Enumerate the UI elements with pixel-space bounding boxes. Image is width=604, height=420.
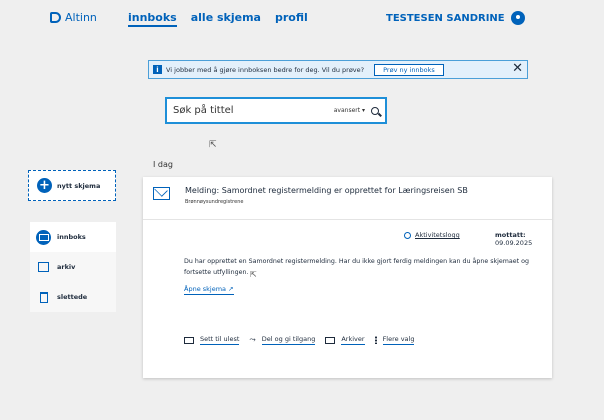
info-icon: i [153, 65, 162, 74]
message-actions: Sett til ulest ⤳ Del og gi tilgang Arkiv… [184, 335, 415, 345]
archive-button[interactable]: Arkiver [325, 335, 365, 345]
altinn-logo-icon [50, 12, 61, 23]
banner-text: Vi jobber med å gjøre innboksen bedre fo… [166, 65, 365, 74]
sidebar-item-arkiv[interactable]: arkiv [30, 252, 116, 282]
envelope-icon [184, 336, 194, 344]
nav-profil[interactable]: profil [275, 11, 308, 27]
main-nav: innboks alle skjema profil [128, 11, 308, 27]
open-envelope-icon [153, 187, 170, 200]
search-icon[interactable] [371, 106, 379, 115]
message-title[interactable]: Melding: Samordnet registermelding er op… [185, 186, 468, 195]
message-sender: Brønnøysundregistrene [185, 199, 244, 205]
user-name: TESTESEN SANDRINE [386, 12, 505, 24]
share-access-button[interactable]: ⤳ Del og gi tilgang [249, 335, 316, 345]
new-form-label: nytt skjema [57, 181, 101, 190]
sidebar-item-innboks[interactable]: innboks [30, 222, 116, 252]
sidebar-item-label: innboks [57, 233, 86, 241]
activity-log-link[interactable]: Aktivitetslogg [404, 231, 460, 239]
envelope-icon [36, 229, 51, 245]
mouse-cursor-icon: ⇱ [250, 270, 257, 279]
mark-unread-label: Sett til ulest [200, 335, 240, 345]
message-body: Du har opprettet en Samordnet registerme… [184, 258, 529, 276]
archive-icon [36, 260, 51, 275]
trash-icon [36, 290, 51, 305]
nav-innboks[interactable]: innboks [128, 11, 177, 27]
share-access-label: Del og gi tilgang [261, 335, 316, 345]
search-input[interactable]: Søk på tittel [173, 105, 334, 116]
search-box[interactable]: Søk på tittel avansert ▾ [165, 97, 387, 124]
archive-label: Arkiver [341, 335, 365, 345]
activity-log-label: Aktivitetslogg [415, 231, 460, 239]
received-date: mottatt: 09.09.2025 [495, 231, 552, 247]
plus-icon: + [37, 178, 52, 193]
altinn-logo[interactable]: Altinn [50, 11, 97, 24]
sidebar-menu: innboks arkiv slettede [30, 222, 116, 312]
mark-unread-button[interactable]: Sett til ulest [184, 335, 240, 345]
received-value: 09.09.2025 [495, 239, 533, 247]
section-heading-today: I dag [153, 160, 173, 169]
nav-alle-skjema[interactable]: alle skjema [191, 11, 261, 27]
message-card: Melding: Samordnet registermelding er op… [143, 177, 552, 378]
history-icon [404, 231, 411, 239]
received-label: mottatt: [495, 231, 526, 239]
message-header[interactable]: Melding: Samordnet registermelding er op… [143, 177, 552, 220]
user-avatar-icon [510, 11, 525, 25]
more-options-label: Flere valg [382, 335, 415, 345]
logo-text: Altinn [65, 11, 97, 24]
advanced-search-toggle[interactable]: avansert ▾ [334, 107, 365, 114]
share-icon: ⤳ [249, 335, 256, 344]
open-form-link[interactable]: Åpne skjema ↗ [184, 285, 234, 295]
archive-icon [325, 336, 336, 344]
sidebar-item-slettede[interactable]: slettede [30, 282, 116, 312]
info-banner: i Vi jobber med å gjøre innboksen bedre … [148, 60, 528, 79]
new-form-button[interactable]: + nytt skjema [28, 170, 116, 201]
sidebar-item-label: arkiv [57, 263, 76, 271]
user-menu[interactable]: TESTESEN SANDRINE [386, 11, 525, 25]
close-icon[interactable]: ✕ [512, 62, 523, 76]
try-new-inbox-button[interactable]: Prøv ny innboks [374, 63, 444, 76]
more-vertical-icon [374, 336, 377, 344]
sidebar-item-label: slettede [57, 293, 88, 301]
more-options-button[interactable]: Flere valg [374, 335, 415, 345]
mouse-cursor-icon: ⇱ [209, 140, 217, 150]
